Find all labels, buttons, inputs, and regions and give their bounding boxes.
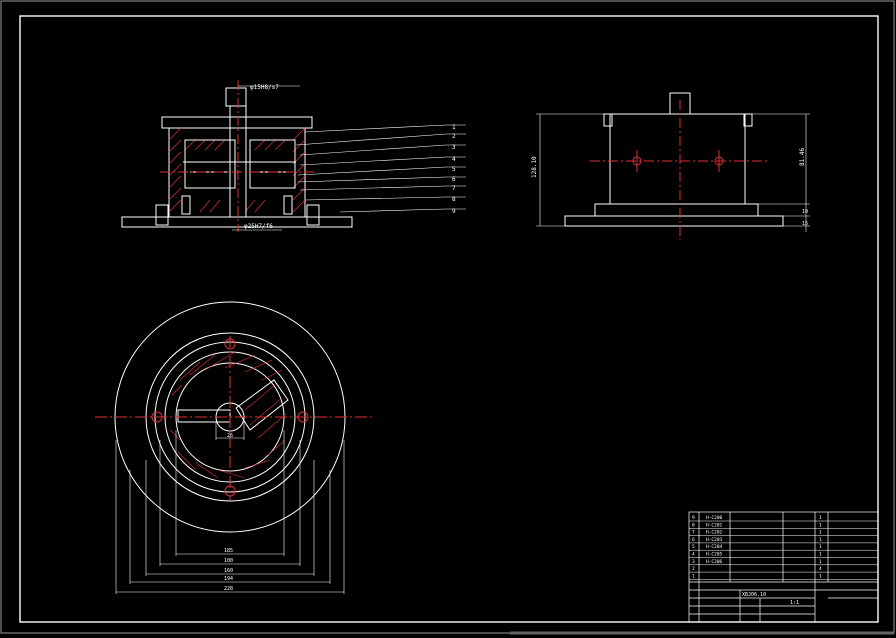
row-qty: 1 <box>819 530 822 536</box>
plan-view <box>95 301 372 594</box>
row-qty: 1 <box>819 559 822 565</box>
top-stud <box>225 87 247 107</box>
left-slider <box>184 139 236 189</box>
cad-drawing-canvas: φ15H8/s7 φ25H7/f6 123456789 128.10 81.46… <box>0 0 895 635</box>
row-code: H-C205 <box>706 552 723 558</box>
row-code: H-C206 <box>706 559 723 565</box>
row-qty: 1 <box>819 537 822 543</box>
side-base-label-2: 15 <box>802 221 808 227</box>
plan-center-dim: 26 <box>227 433 233 439</box>
plan-dim-100: 100 <box>224 558 233 564</box>
drawing-scale: 1:1 <box>790 600 799 606</box>
part-callouts: 123456789 <box>446 124 466 215</box>
row-no: 1 <box>692 573 695 579</box>
side-view <box>536 92 810 240</box>
row-code: H-C204 <box>706 544 723 550</box>
plan-dim-185: 185 <box>224 548 233 554</box>
title-block-rows: 9 H-C200 1 8 H-C201 1 7 H-C202 1 6 H-C203 1 5 H-C204 1… <box>689 515 878 580</box>
row-no: 4 <box>692 552 695 558</box>
row-qty: 1 <box>819 515 822 521</box>
right-bolt <box>306 204 320 226</box>
front-section-view <box>121 80 447 232</box>
section-hatch <box>168 127 306 213</box>
horizontal-slider <box>177 409 231 423</box>
plan-dim-228: 228 <box>224 586 233 592</box>
row-no: 6 <box>692 537 695 543</box>
drawing-number: XBJ06.10 <box>742 592 766 598</box>
row-qty: 1 <box>819 573 822 579</box>
left-bolt <box>155 204 169 226</box>
row-qty: 1 <box>819 552 822 558</box>
row-qty: 4 <box>819 566 822 572</box>
plan-dim-160: 160 <box>224 568 233 574</box>
row-no: 2 <box>692 566 695 572</box>
row-qty: 1 <box>819 544 822 550</box>
side-base-plate <box>564 215 784 227</box>
row-no: 7 <box>692 530 695 536</box>
top-flange <box>161 116 313 129</box>
side-base-label-1: 10 <box>802 209 808 215</box>
row-code: H-C203 <box>706 537 723 543</box>
bottom-fit-label: φ25H7/f6 <box>244 223 273 230</box>
side-body <box>609 113 746 205</box>
row-no: 5 <box>692 544 695 550</box>
plan-dim-194: 194 <box>224 576 233 582</box>
drawing-frame <box>19 15 879 623</box>
plan-dimensions: 185 100 160 194 228 <box>224 548 233 592</box>
callout-leaders <box>295 124 447 213</box>
side-inner-height-label: 81.46 <box>799 148 806 166</box>
row-no: 8 <box>692 522 695 528</box>
side-flange <box>594 203 759 217</box>
row-code: H-C202 <box>706 530 723 536</box>
row-no: 9 <box>692 515 695 521</box>
row-no: 3 <box>692 559 695 565</box>
row-qty: 1 <box>819 522 822 528</box>
right-slider <box>249 139 296 189</box>
row-code: H-C201 <box>706 522 723 528</box>
row-code: H-C200 <box>706 515 723 521</box>
outer-border <box>0 0 895 634</box>
side-height-label: 128.10 <box>531 156 538 178</box>
top-fit-label: φ15H8/s7 <box>250 84 279 91</box>
